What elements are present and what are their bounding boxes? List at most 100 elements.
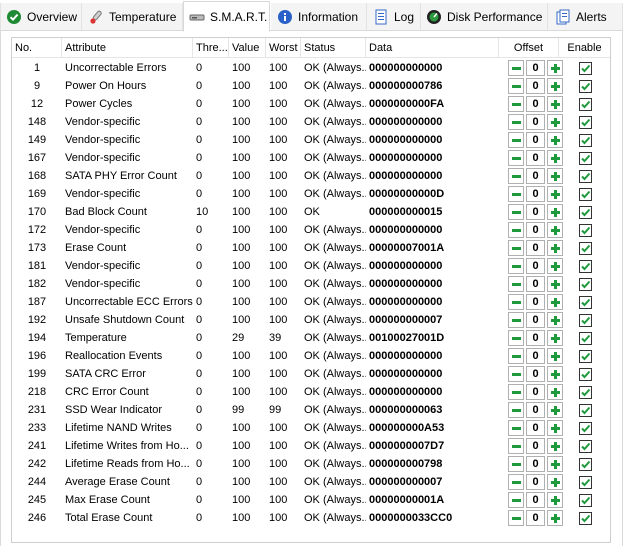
offset-increment-button[interactable] bbox=[547, 348, 563, 364]
table-row[interactable]: 149 Vendor-specific 0 100 100 OK (Always... 00… bbox=[12, 131, 610, 149]
tab-log[interactable]: Log bbox=[367, 3, 421, 30]
offset-decrement-button[interactable] bbox=[508, 168, 524, 184]
offset-value-field[interactable]: 0 bbox=[526, 240, 545, 256]
table-row[interactable]: 168 SATA PHY Error Count 0 100 100 OK (Always… bbox=[12, 167, 610, 185]
offset-value-field[interactable]: 0 bbox=[526, 348, 545, 364]
offset-value-field[interactable]: 0 bbox=[526, 492, 545, 508]
offset-value-field[interactable]: 0 bbox=[526, 510, 545, 526]
enable-checkbox[interactable] bbox=[579, 440, 592, 453]
table-row[interactable]: 231 SSD Wear Indicator 0 99 99 OK (Always... 0… bbox=[12, 401, 610, 419]
offset-increment-button[interactable] bbox=[547, 384, 563, 400]
enable-checkbox[interactable] bbox=[579, 134, 592, 147]
tab-overview[interactable]: Overview bbox=[0, 3, 82, 30]
offset-decrement-button[interactable] bbox=[508, 438, 524, 454]
offset-increment-button[interactable] bbox=[547, 168, 563, 184]
offset-value-field[interactable]: 0 bbox=[526, 384, 545, 400]
enable-checkbox[interactable] bbox=[579, 170, 592, 183]
offset-decrement-button[interactable] bbox=[508, 312, 524, 328]
offset-increment-button[interactable] bbox=[547, 60, 563, 76]
enable-checkbox[interactable] bbox=[579, 422, 592, 435]
offset-value-field[interactable]: 0 bbox=[526, 78, 545, 94]
column-header-threshold[interactable]: Thre... bbox=[193, 38, 229, 58]
enable-checkbox[interactable] bbox=[579, 206, 592, 219]
table-row[interactable]: 233 Lifetime NAND Writes 0 100 100 OK (Always… bbox=[12, 419, 610, 437]
offset-increment-button[interactable] bbox=[547, 456, 563, 472]
column-header-status[interactable]: Status bbox=[301, 38, 366, 58]
offset-value-field[interactable]: 0 bbox=[526, 366, 545, 382]
offset-increment-button[interactable] bbox=[547, 438, 563, 454]
table-row[interactable]: 9 Power On Hours 0 100 100 OK (Always... 00000… bbox=[12, 77, 610, 95]
table-row[interactable]: 244 Average Erase Count 0 100 100 OK (Always.… bbox=[12, 473, 610, 491]
column-header-no[interactable]: No. bbox=[12, 38, 62, 58]
enable-checkbox[interactable] bbox=[579, 152, 592, 165]
offset-increment-button[interactable] bbox=[547, 492, 563, 508]
table-row[interactable]: 167 Vendor-specific 0 100 100 OK (Always... 00… bbox=[12, 149, 610, 167]
table-row[interactable]: 192 Unsafe Shutdown Count 0 100 100 OK (Alway… bbox=[12, 311, 610, 329]
enable-checkbox[interactable] bbox=[579, 494, 592, 507]
offset-decrement-button[interactable] bbox=[508, 294, 524, 310]
offset-value-field[interactable]: 0 bbox=[526, 114, 545, 130]
offset-decrement-button[interactable] bbox=[508, 276, 524, 292]
enable-checkbox[interactable] bbox=[579, 332, 592, 345]
table-row[interactable]: 199 SATA CRC Error 0 100 100 OK (Always... 000… bbox=[12, 365, 610, 383]
offset-increment-button[interactable] bbox=[547, 330, 563, 346]
offset-increment-button[interactable] bbox=[547, 132, 563, 148]
offset-value-field[interactable]: 0 bbox=[526, 420, 545, 436]
offset-increment-button[interactable] bbox=[547, 96, 563, 112]
offset-value-field[interactable]: 0 bbox=[526, 330, 545, 346]
offset-decrement-button[interactable] bbox=[508, 420, 524, 436]
offset-value-field[interactable]: 0 bbox=[526, 168, 545, 184]
offset-increment-button[interactable] bbox=[547, 420, 563, 436]
offset-decrement-button[interactable] bbox=[508, 204, 524, 220]
table-row[interactable]: 170 Bad Block Count 10 100 100 OK 000000000015… bbox=[12, 203, 610, 221]
table-row[interactable]: 181 Vendor-specific 0 100 100 OK (Always... 00… bbox=[12, 257, 610, 275]
offset-increment-button[interactable] bbox=[547, 150, 563, 166]
enable-checkbox[interactable] bbox=[579, 62, 592, 75]
tab-disk-performance[interactable]: Disk Performance bbox=[421, 3, 548, 30]
table-row[interactable]: 1 Uncorrectable Errors 0 100 100 OK (Always..… bbox=[12, 59, 610, 77]
offset-value-field[interactable]: 0 bbox=[526, 474, 545, 490]
enable-checkbox[interactable] bbox=[579, 386, 592, 399]
table-row[interactable]: 196 Reallocation Events 0 100 100 OK (Always.… bbox=[12, 347, 610, 365]
table-row[interactable]: 172 Vendor-specific 0 100 100 OK (Always... 00… bbox=[12, 221, 610, 239]
enable-checkbox[interactable] bbox=[579, 116, 592, 129]
offset-decrement-button[interactable] bbox=[508, 330, 524, 346]
enable-checkbox[interactable] bbox=[579, 80, 592, 93]
offset-decrement-button[interactable] bbox=[508, 492, 524, 508]
offset-decrement-button[interactable] bbox=[508, 114, 524, 130]
offset-increment-button[interactable] bbox=[547, 474, 563, 490]
offset-increment-button[interactable] bbox=[547, 294, 563, 310]
tab-alerts[interactable]: Alerts bbox=[548, 3, 623, 30]
offset-decrement-button[interactable] bbox=[508, 456, 524, 472]
tab-information[interactable]: Information bbox=[271, 3, 367, 30]
column-header-worst[interactable]: Worst bbox=[266, 38, 301, 58]
offset-value-field[interactable]: 0 bbox=[526, 312, 545, 328]
enable-checkbox[interactable] bbox=[579, 224, 592, 237]
offset-decrement-button[interactable] bbox=[508, 78, 524, 94]
enable-checkbox[interactable] bbox=[579, 296, 592, 309]
offset-value-field[interactable]: 0 bbox=[526, 132, 545, 148]
table-row[interactable]: 246 Total Erase Count 0 100 100 OK (Always...… bbox=[12, 509, 610, 527]
offset-value-field[interactable]: 0 bbox=[526, 258, 545, 274]
table-row[interactable]: 169 Vendor-specific 0 100 100 OK (Always... 00… bbox=[12, 185, 610, 203]
enable-checkbox[interactable] bbox=[579, 278, 592, 291]
offset-decrement-button[interactable] bbox=[508, 96, 524, 112]
table-row[interactable]: 148 Vendor-specific 0 100 100 OK (Always... 00… bbox=[12, 113, 610, 131]
table-row[interactable]: 194 Temperature 0 29 39 OK (Always... 00100027… bbox=[12, 329, 610, 347]
offset-value-field[interactable]: 0 bbox=[526, 96, 545, 112]
table-row[interactable]: 12 Power Cycles 0 100 100 OK (Always... 000000… bbox=[12, 95, 610, 113]
offset-value-field[interactable]: 0 bbox=[526, 402, 545, 418]
offset-increment-button[interactable] bbox=[547, 114, 563, 130]
enable-checkbox[interactable] bbox=[579, 404, 592, 417]
offset-decrement-button[interactable] bbox=[508, 186, 524, 202]
offset-decrement-button[interactable] bbox=[508, 240, 524, 256]
column-header-offset[interactable]: Offset bbox=[499, 38, 559, 58]
offset-decrement-button[interactable] bbox=[508, 60, 524, 76]
offset-increment-button[interactable] bbox=[547, 276, 563, 292]
enable-checkbox[interactable] bbox=[579, 188, 592, 201]
offset-increment-button[interactable] bbox=[547, 186, 563, 202]
enable-checkbox[interactable] bbox=[579, 476, 592, 489]
column-header-enable[interactable]: Enable bbox=[559, 38, 610, 58]
column-header-value[interactable]: Value bbox=[229, 38, 266, 58]
table-row[interactable]: 182 Vendor-specific 0 100 100 OK (Always... 00… bbox=[12, 275, 610, 293]
